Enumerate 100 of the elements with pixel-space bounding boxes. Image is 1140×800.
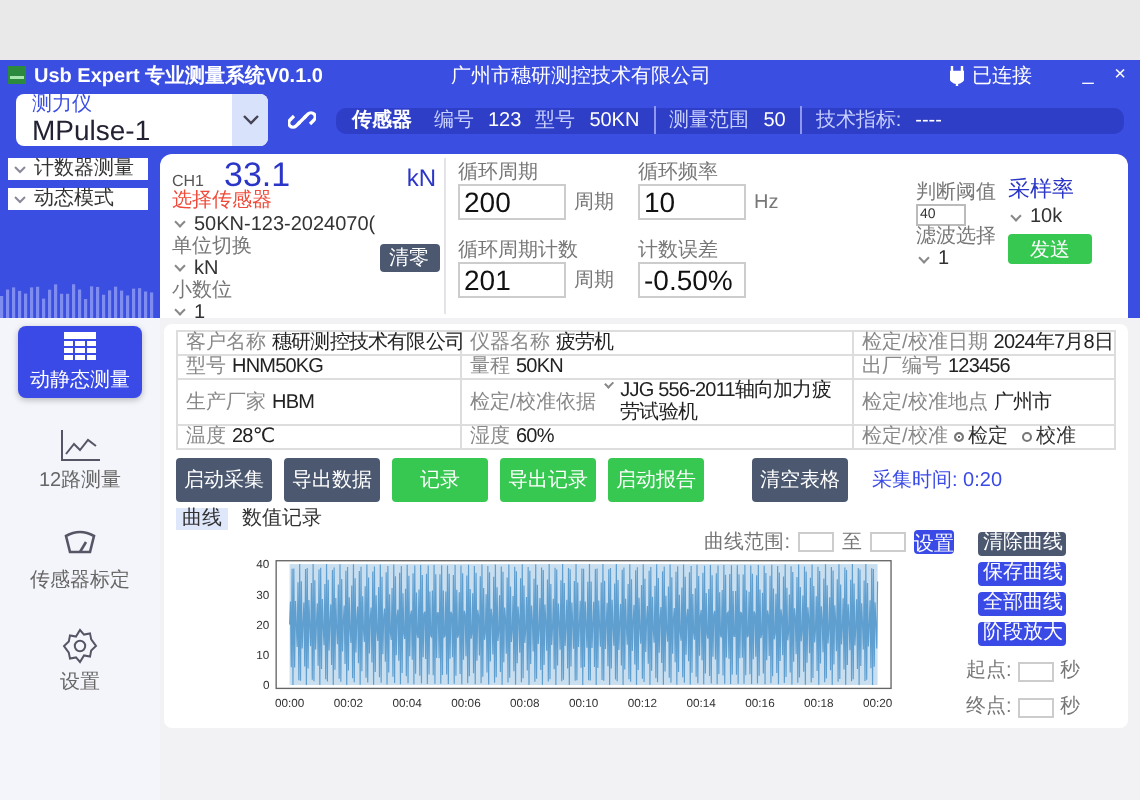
filter-dropdown[interactable]: 1 [916,248,950,270]
end-field[interactable] [1017,697,1054,717]
company-name: 广州市穗研测控技术有限公司 [450,63,713,89]
tab[interactable]: 曲线 [176,508,228,530]
device-label: 测力仪 [32,96,94,116]
sensor-field-label: 编号 [434,107,474,134]
line-chart-icon [60,430,100,462]
settings-icon [62,628,98,664]
table-icon [62,330,98,362]
device-value: MPulse-1 [32,116,153,144]
decimals-dropdown[interactable]: 1 [172,301,376,323]
tab[interactable]: 数值记录 [236,508,328,530]
param-field[interactable]: 10 [638,184,746,220]
reading-unit: kN [406,164,436,192]
param-label: 计数误差 [638,240,718,262]
field-value: 123456 [948,356,1010,378]
param-label: 循环周期计数 [458,240,578,262]
field-label: 温度 [186,426,226,448]
range-to-label: 至 [842,531,862,553]
field-label: 检定/校准地点 [862,391,988,413]
field-value: 50KN [516,356,563,378]
field-label: 检定/校准 [862,426,948,448]
link-icon[interactable] [288,106,316,134]
sensor-field-value: 50KN [589,109,640,131]
filter-label: 滤波选择 [916,226,996,248]
sensor-field-label: 测量范围 [653,106,750,134]
range-start-field[interactable] [798,532,834,552]
app-icon [8,66,26,84]
mode-dropdown[interactable]: 计数器测量 [8,158,148,180]
field-label: 生产厂家 [186,391,266,413]
field-label: 出厂编号 [862,356,942,378]
connection-status: 已连接 [972,63,1032,89]
close-button[interactable]: × [1108,64,1132,86]
window-title: Usb Expert 专业测量系统V0.1.0 [34,63,323,89]
seconds-unit: 秒 [1059,660,1080,682]
channel-name: CH1 [172,172,205,190]
field-label: 检定/校准依据 [470,391,596,413]
chevron-icon [14,165,26,173]
curve-button[interactable]: 阶段放大 [978,622,1067,646]
field-value: 广州市 [993,391,1052,413]
param-field[interactable]: 200 [458,184,566,220]
sensor-field-value: 123 [488,109,522,131]
field-value: HBM [272,391,315,413]
nav-item[interactable]: 动静态测量 [18,326,142,398]
sensor-field-label: 技术指标: [799,106,902,134]
field-label: 型号 [186,356,226,378]
sampling-rate-dropdown[interactable]: 10k [1008,206,1063,228]
action-button[interactable]: 导出数据 [284,458,380,502]
sensor-field-value: ---- [915,109,942,131]
param-field[interactable]: -0.50% [638,262,746,298]
action-button[interactable]: 清空表格 [752,458,848,502]
field-label: 量程 [470,356,510,378]
field-label: 客户名称 [186,332,266,354]
field-value: 28℃ [232,426,275,448]
end-label: 终点: [966,696,1012,718]
acquisition-time: 采集时间: 0:20 [872,467,1003,494]
unit-dropdown[interactable]: kN [172,257,376,279]
radio-option[interactable]: 校准 [1021,426,1076,448]
sensor-title: 传感器 [352,107,412,134]
field-label: 仪器名称 [470,332,550,354]
chevron-icon [241,114,259,126]
action-button[interactable]: 启动采集 [176,458,272,502]
nav-item[interactable]: 设置 [18,626,142,698]
start-field[interactable] [1017,661,1054,681]
seconds-unit: 秒 [1059,696,1080,718]
set-button[interactable]: 设置 [914,530,954,554]
minimize-button[interactable]: _ [1076,64,1100,86]
basis-dropdown[interactable]: JJG 556-2011轴向加力疲劳试验机 [601,380,844,424]
field-value: 疲劳机 [556,332,614,354]
curve-button[interactable]: 保存曲线 [978,562,1067,586]
param-unit: Hz [754,191,779,213]
sensor-select-label: 选择传感器 [172,192,274,213]
sensor-dropdown[interactable]: 50KN-123-2024070( [172,213,376,235]
param-unit: 周期 [574,191,614,213]
field-label: 检定/校准日期 [862,332,988,354]
radio-option[interactable]: 检定 [953,426,1008,448]
field-value: 60% [516,426,554,448]
param-label: 循环频率 [638,162,718,184]
nav-item[interactable]: 12路测量 [18,426,142,498]
param-field[interactable]: 201 [458,262,566,298]
sensor-field-value: 50 [763,109,786,131]
sampling-rate-label: 采样率 [1008,175,1074,204]
field-value: 穗研测控技术有限公司 [272,332,465,354]
curve-button[interactable]: 全部曲线 [978,592,1067,616]
param-label: 循环周期 [458,162,538,184]
threshold-label: 判断阈值 [916,182,996,204]
field-label: 湿度 [470,426,510,448]
mode-dropdown[interactable]: 动态模式 [8,188,148,210]
param-unit: 周期 [574,269,614,291]
curve-button[interactable]: 清除曲线 [978,532,1067,556]
nav-item[interactable]: 传感器标定 [18,526,142,598]
start-label: 起点: [966,660,1012,682]
zero-button[interactable]: 清零 [379,243,440,272]
unit-label: 单位切换 [172,235,254,257]
range-end-field[interactable] [870,532,906,552]
field-value: 2024年7月8日 [993,332,1114,354]
chevron-icon [14,195,26,203]
decimals-label: 小数位 [172,279,234,301]
device-dropdown[interactable]: 测力仪 MPulse-1 [16,94,268,146]
range-label: 曲线范围: [704,531,790,553]
